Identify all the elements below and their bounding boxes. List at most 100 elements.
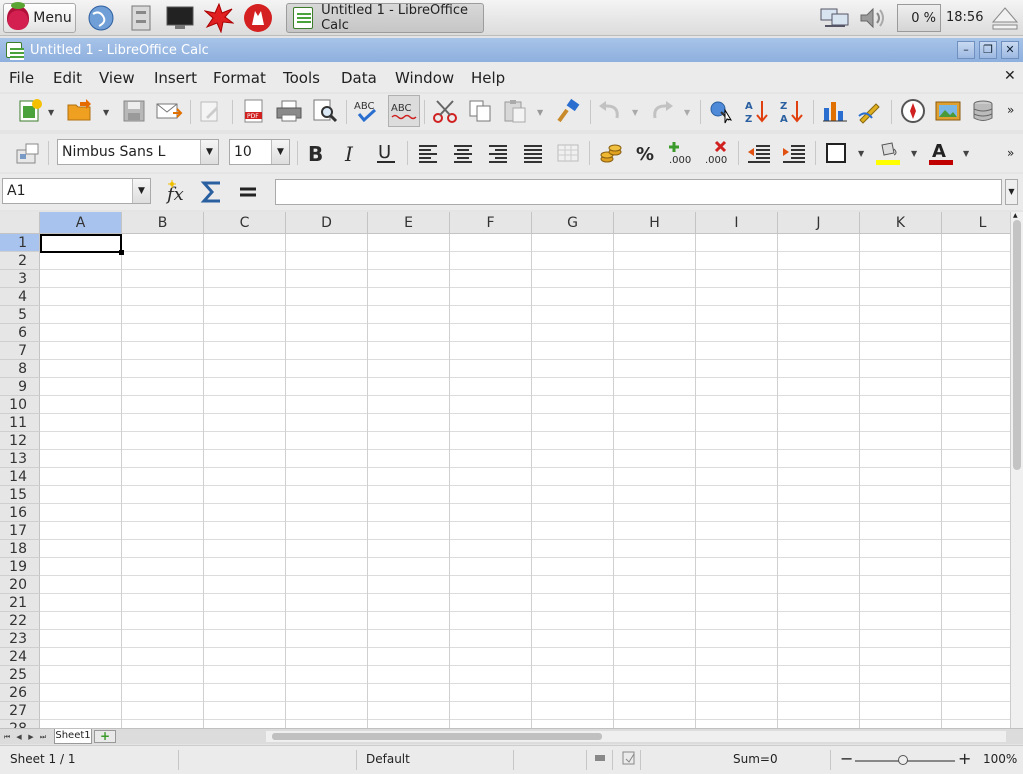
scroll-up-arrow[interactable]: ▲ [1013,212,1018,219]
sort-descending-button[interactable]: ZA [778,97,806,125]
email-button[interactable] [155,97,183,125]
font-name-dropdown[interactable]: ▼ [200,140,218,164]
show-draw-functions-button[interactable] [856,97,884,125]
currency-format-button[interactable] [597,139,625,167]
row-header-7[interactable]: 7 [0,342,40,360]
close-window-button[interactable]: ✕ [1001,41,1019,59]
horizontal-scrollbar[interactable] [266,731,1006,742]
autospellcheck-toggle[interactable]: ABC [388,95,420,127]
find-replace-button[interactable] [707,97,735,125]
name-box[interactable]: A1 ▼ [2,178,151,204]
background-color-dropdown-arrow[interactable]: ▼ [911,149,917,158]
cut-button[interactable] [431,97,459,125]
row-header-28[interactable]: 28 [0,720,40,728]
new-dropdown-arrow[interactable]: ▼ [48,108,54,117]
font-color-dropdown-arrow[interactable]: ▼ [963,149,969,158]
justify-button[interactable] [519,139,547,167]
row-header-13[interactable]: 13 [0,450,40,468]
cell-cursor-a1[interactable] [40,234,124,255]
volume-tray[interactable] [856,3,890,33]
increase-indent-button[interactable] [780,139,808,167]
data-sources-button[interactable] [969,97,997,125]
menu-help[interactable]: Help [471,69,505,87]
selection-mode-icon[interactable] [594,752,606,764]
font-color-button[interactable]: A [927,139,955,167]
align-center-button[interactable] [449,139,477,167]
menu-edit[interactable]: Edit [53,69,82,87]
background-color-button[interactable] [874,139,902,167]
row-header-19[interactable]: 19 [0,558,40,576]
redo-button[interactable] [648,97,676,125]
font-name-box[interactable]: Nimbus Sans L ▼ [57,139,219,165]
column-header-e[interactable]: E [368,212,450,234]
row-header-9[interactable]: 9 [0,378,40,396]
gallery-button[interactable] [934,97,962,125]
menu-view[interactable]: View [99,69,135,87]
insert-chart-button[interactable] [821,97,849,125]
start-menu-button[interactable]: Menu [3,2,76,33]
column-header-a[interactable]: A [40,212,122,234]
row-header-14[interactable]: 14 [0,468,40,486]
select-all-corner[interactable] [0,212,40,234]
italic-button[interactable]: I [337,139,365,167]
terminal-launcher[interactable] [165,3,195,33]
font-size-box[interactable]: 10 ▼ [229,139,290,165]
next-sheet-button[interactable]: ▶ [26,731,36,743]
open-button[interactable] [66,97,94,125]
column-header-j[interactable]: J [778,212,860,234]
page-style[interactable]: Default [366,752,410,766]
column-header-d[interactable]: D [286,212,368,234]
new-document-button[interactable] [16,97,44,125]
horizontal-scroll-thumb[interactable] [272,733,602,740]
restore-button[interactable]: ❐ [979,41,997,59]
row-header-6[interactable]: 6 [0,324,40,342]
prev-sheet-button[interactable]: ◀ [14,731,24,743]
borders-dropdown-arrow[interactable]: ▼ [858,149,864,158]
row-header-23[interactable]: 23 [0,630,40,648]
undo-dropdown-arrow[interactable]: ▼ [632,108,638,117]
zoom-slider-knob[interactable] [898,755,908,765]
column-header-b[interactable]: B [122,212,204,234]
edit-mode-button[interactable] [196,97,224,125]
math-launcher[interactable] [204,3,234,33]
name-box-dropdown[interactable]: ▼ [132,179,150,203]
align-right-button[interactable] [484,139,512,167]
borders-button[interactable] [822,139,850,167]
row-header-16[interactable]: 16 [0,504,40,522]
zoom-in-button[interactable]: + [958,749,971,768]
styles-button[interactable] [14,139,42,167]
menu-file[interactable]: File [9,69,34,87]
vertical-scroll-thumb[interactable] [1013,220,1021,470]
export-pdf-button[interactable]: PDF [240,97,268,125]
cell-area[interactable] [40,234,1010,728]
sheet-tab-sheet1[interactable]: Sheet1 [54,729,92,744]
row-header-8[interactable]: 8 [0,360,40,378]
row-header-2[interactable]: 2 [0,252,40,270]
sort-ascending-button[interactable]: AZ [743,97,771,125]
menu-insert[interactable]: Insert [154,69,197,87]
row-header-24[interactable]: 24 [0,648,40,666]
merge-cells-button[interactable] [554,139,582,167]
column-header-l[interactable]: L [942,212,1010,234]
wolfram-launcher[interactable] [243,3,273,33]
format-toolbar-overflow-button[interactable]: » [1007,146,1014,160]
row-header-17[interactable]: 17 [0,522,40,540]
clone-formatting-button[interactable] [554,97,582,125]
add-sheet-button[interactable]: + [94,730,116,743]
row-header-4[interactable]: 4 [0,288,40,306]
row-header-21[interactable]: 21 [0,594,40,612]
font-size-dropdown[interactable]: ▼ [271,140,289,164]
zoom-level[interactable]: 100% [983,752,1017,766]
row-header-15[interactable]: 15 [0,486,40,504]
row-header-22[interactable]: 22 [0,612,40,630]
percent-format-button[interactable]: % [632,139,660,167]
redo-dropdown-arrow[interactable]: ▼ [684,108,690,117]
first-sheet-button[interactable]: ⏮ [2,731,12,743]
underline-button[interactable]: U [372,139,400,167]
column-header-c[interactable]: C [204,212,286,234]
vertical-scrollbar[interactable]: ▲ [1010,212,1023,728]
menu-data[interactable]: Data [341,69,377,87]
menu-tools[interactable]: Tools [283,69,320,87]
add-decimal-button[interactable]: .000 [667,139,695,167]
taskbar-window-calc[interactable]: Untitled 1 - LibreOffice Calc [286,3,484,33]
